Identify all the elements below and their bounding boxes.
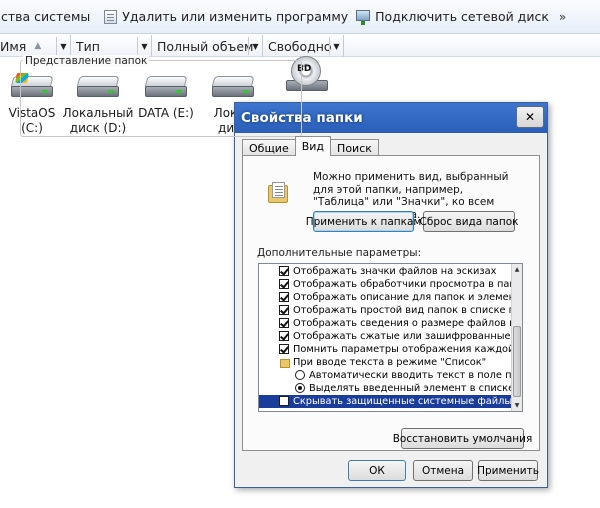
setting-row[interactable]: Автоматически вводить текст в поле поиск… (259, 369, 511, 382)
advanced-settings-label: Дополнительные параметры: (257, 247, 422, 259)
restore-defaults-button[interactable]: Восстановить умолчания (393, 428, 532, 449)
setting-label: Выделять введенный элемент в списке (309, 383, 511, 394)
column-type-label: Тип (76, 38, 100, 54)
vertical-scrollbar[interactable]: ▲ ▼ (511, 264, 522, 411)
setting-group-label: При вводе текста в режиме "Список" (293, 357, 487, 368)
checkbox[interactable] (279, 318, 289, 328)
folder-view-icon (268, 182, 290, 204)
close-button[interactable]: ✕ (516, 106, 544, 128)
uninstall-program-label: Удалить или изменить программу (122, 9, 349, 24)
checkbox[interactable] (279, 344, 289, 354)
system-properties-label: ства системы (1, 9, 91, 24)
setting-label: Отображать значки файлов на эскизах (293, 266, 497, 277)
scroll-down-icon[interactable]: ▼ (512, 400, 522, 410)
column-free-space[interactable]: Свободно ▼ (263, 35, 344, 57)
cancel-button[interactable]: Отмена (413, 460, 473, 481)
scrollbar-thumb[interactable] (513, 326, 521, 397)
setting-label: Отображать описание для папок и элементо… (293, 292, 511, 303)
setting-label: Автоматически вводить текст в поле поиск… (309, 370, 511, 381)
uninstall-icon (104, 9, 118, 24)
setting-label: Отображать простой вид папок в списке па… (293, 305, 511, 316)
explorer-toolbar: ства системы Удалить или изменить програ… (0, 0, 600, 34)
setting-row[interactable]: Отображать простой вид папок в списке па… (259, 304, 511, 317)
setting-label: Помнить параметры отображения каждой пап… (293, 344, 511, 355)
system-properties-button[interactable]: ства системы (0, 0, 100, 33)
folder-views-group (20, 60, 302, 137)
setting-row[interactable]: Отображать описание для папок и элементо… (259, 291, 511, 304)
setting-row[interactable]: Отображать обработчики просмотра в панел… (259, 278, 511, 291)
checkbox[interactable] (279, 396, 289, 406)
ok-button[interactable]: ОК (348, 460, 406, 481)
network-drive-icon (356, 10, 371, 25)
column-total-size-label: Полный объем (157, 38, 254, 54)
checkbox[interactable] (279, 266, 289, 276)
setting-label: Отображать сведения о размере файлов в п… (293, 318, 511, 329)
apply-button[interactable]: Применить (477, 460, 539, 481)
checkbox[interactable] (279, 331, 289, 341)
column-type[interactable]: Тип ▼ (71, 35, 152, 57)
chevron-down-icon[interactable]: ▼ (329, 37, 343, 55)
folder-icon (279, 356, 290, 368)
chevron-right-icon: » (558, 9, 567, 24)
advanced-settings-list[interactable]: Отображать значки файлов на эскизах Отоб… (258, 263, 523, 412)
setting-row[interactable]: Отображать сжатые или зашифрованные файл… (259, 330, 511, 343)
radio-button[interactable] (295, 370, 305, 380)
checkbox[interactable] (279, 292, 289, 302)
column-name-label: Имя (0, 38, 27, 54)
column-total-size[interactable]: Полный объем ▼ (152, 35, 263, 57)
setting-row-selected[interactable]: Скрывать защищенные системные файлы (рек… (259, 395, 511, 408)
folder-views-group-title: Представление папок (23, 55, 150, 67)
dialog-tabs: Общие Вид Поиск (242, 136, 379, 156)
setting-row[interactable]: Отображать сведения о размере файлов в п… (259, 317, 511, 330)
tab-search[interactable]: Поиск (330, 139, 379, 156)
tab-general[interactable]: Общие (242, 139, 296, 156)
scroll-up-icon[interactable]: ▲ (512, 264, 522, 274)
column-header: Имя ▲ ▼ Тип ▼ Полный объем ▼ Свободно ▼ (0, 35, 600, 57)
setting-row[interactable]: Выделять введенный элемент в списке (259, 382, 511, 395)
setting-label: Отображать обработчики просмотра в панел… (293, 279, 511, 290)
reset-folders-button[interactable]: Сброс вида папок (420, 211, 519, 232)
setting-row[interactable]: Помнить параметры отображения каждой пап… (259, 343, 511, 356)
chevron-down-icon[interactable]: ▼ (56, 37, 70, 55)
column-name[interactable]: Имя ▲ ▼ (0, 35, 71, 57)
close-icon: ✕ (524, 110, 536, 124)
checkbox[interactable] (279, 305, 289, 315)
toolbar-overflow-button[interactable]: » (553, 0, 570, 33)
checkbox[interactable] (279, 279, 289, 289)
chevron-down-icon[interactable]: ▼ (248, 37, 262, 55)
map-network-drive-button[interactable]: Подключить сетевой диск (352, 0, 553, 33)
apply-to-folders-button[interactable]: Применить к папкам (306, 211, 421, 232)
uninstall-program-button[interactable]: Удалить или изменить программу (100, 0, 352, 33)
setting-row[interactable]: Отображать значки файлов на эскизах (259, 265, 511, 278)
column-free-space-label: Свободно (268, 38, 332, 54)
radio-button[interactable] (295, 383, 305, 393)
setting-group-row: При вводе текста в режиме "Список" (259, 356, 511, 369)
sort-ascending-icon: ▲ (34, 41, 42, 51)
setting-label: Отображать сжатые или зашифрованные файл… (293, 331, 511, 342)
setting-label: Скрывать защищенные системные файлы (рек… (293, 396, 511, 407)
tab-view[interactable]: Вид (294, 136, 332, 156)
chevron-down-icon[interactable]: ▼ (137, 37, 151, 55)
map-network-drive-label: Подключить сетевой диск (375, 9, 549, 24)
